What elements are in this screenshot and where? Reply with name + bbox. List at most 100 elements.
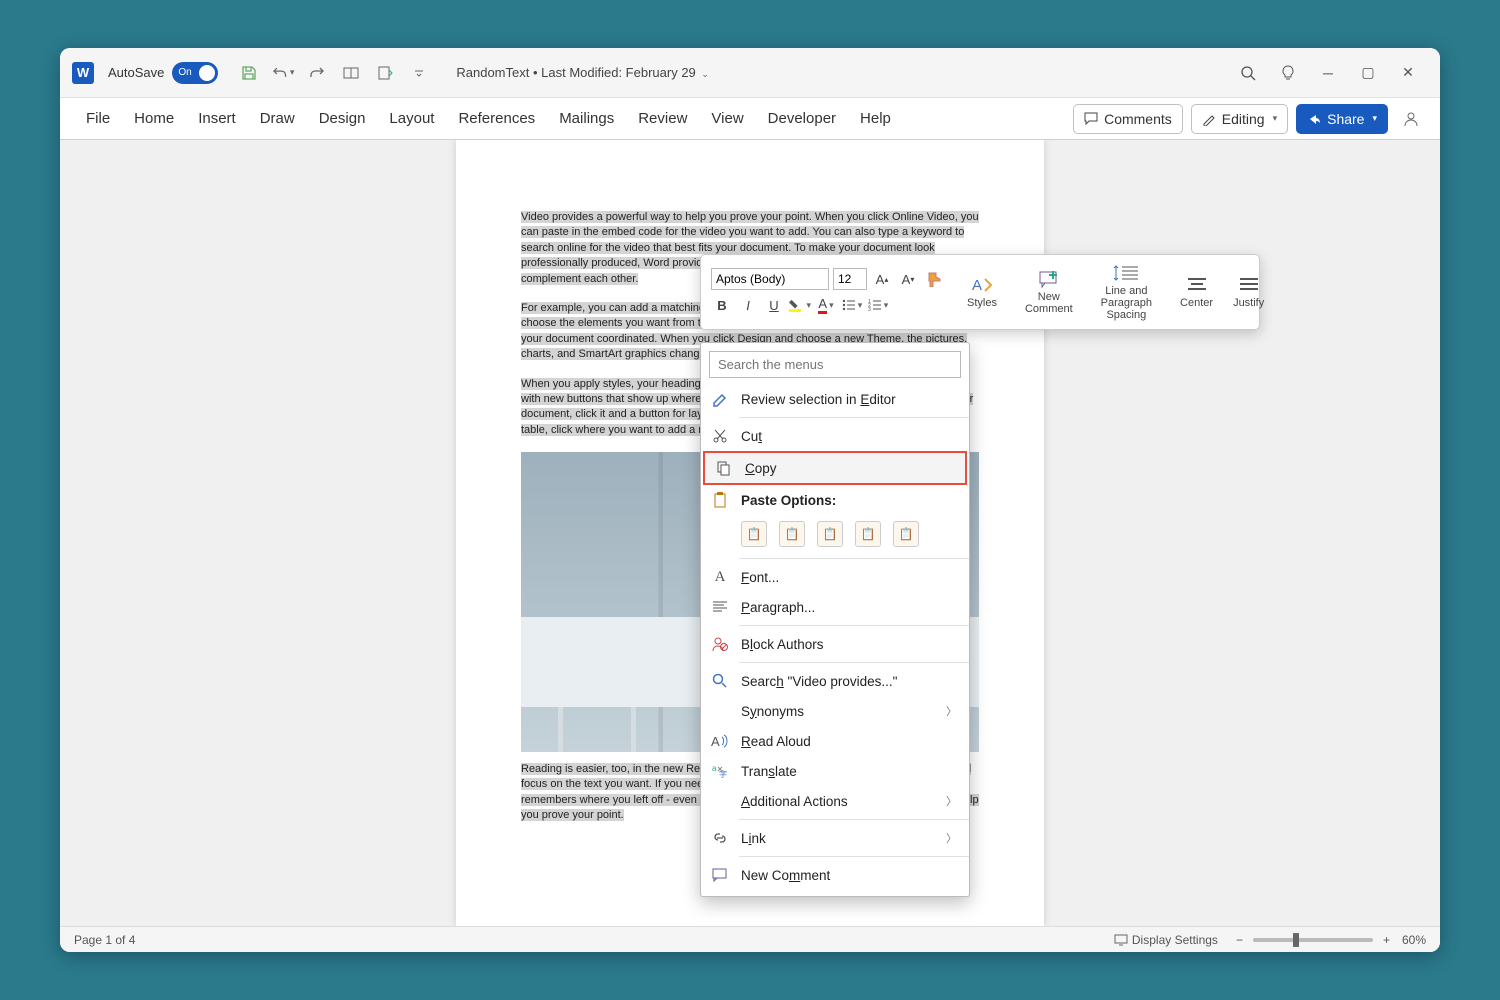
font-color-icon[interactable]: A▾ bbox=[815, 294, 837, 316]
bullets-icon[interactable]: ▾ bbox=[841, 294, 863, 316]
menu-link[interactable]: Link 〉 bbox=[701, 823, 969, 853]
share-button[interactable]: Share▾ bbox=[1296, 104, 1388, 134]
new-comment-button[interactable]: New Comment bbox=[1015, 259, 1083, 325]
cut-icon bbox=[711, 427, 729, 445]
synonyms-icon bbox=[711, 702, 729, 720]
menu-copy[interactable]: Copy bbox=[703, 451, 967, 485]
line-spacing-button[interactable]: Line and Paragraph Spacing bbox=[1091, 259, 1162, 325]
svg-text:A: A bbox=[972, 277, 982, 294]
italic-icon[interactable]: I bbox=[737, 294, 759, 316]
font-family-input[interactable] bbox=[711, 268, 829, 290]
chevron-right-icon: 〉 bbox=[946, 830, 957, 846]
link-icon bbox=[711, 829, 729, 847]
numbering-icon[interactable]: 123▾ bbox=[867, 294, 889, 316]
tab-developer[interactable]: Developer bbox=[756, 102, 848, 135]
page-indicator[interactable]: Page 1 of 4 bbox=[74, 933, 135, 947]
menu-translate[interactable]: a字 Translate bbox=[701, 756, 969, 786]
qat-icon-2[interactable] bbox=[374, 62, 396, 84]
lightbulb-icon[interactable] bbox=[1268, 58, 1308, 88]
copy-icon bbox=[715, 459, 733, 477]
close-button[interactable]: ✕ bbox=[1388, 58, 1428, 88]
font-size-input[interactable] bbox=[833, 268, 867, 290]
paste-icon bbox=[711, 491, 729, 509]
editing-button[interactable]: Editing▾ bbox=[1191, 104, 1288, 134]
editor-icon bbox=[711, 390, 729, 408]
display-settings-icon bbox=[1114, 933, 1128, 947]
bold-icon[interactable]: B bbox=[711, 294, 733, 316]
svg-text:字: 字 bbox=[719, 769, 727, 779]
qat-icon-1[interactable] bbox=[340, 62, 362, 84]
paste-picture-icon[interactable]: 📋 bbox=[817, 521, 843, 547]
svg-text:A: A bbox=[711, 734, 720, 749]
menu-new-comment[interactable]: New Comment bbox=[701, 860, 969, 890]
account-icon[interactable] bbox=[1396, 104, 1426, 134]
tab-home[interactable]: Home bbox=[122, 102, 186, 135]
tab-mailings[interactable]: Mailings bbox=[547, 102, 626, 135]
menu-paragraph[interactable]: Paragraph... bbox=[701, 592, 969, 622]
zoom-level[interactable]: 60% bbox=[1402, 933, 1426, 947]
block-authors-icon bbox=[711, 635, 729, 653]
menu-search-input[interactable] bbox=[709, 351, 961, 378]
menu-font[interactable]: A Font... bbox=[701, 562, 969, 592]
svg-text:a: a bbox=[712, 764, 717, 773]
paste-default-icon[interactable]: 📋 bbox=[893, 521, 919, 547]
autosave-toggle[interactable]: On bbox=[172, 62, 218, 84]
read-aloud-icon: A bbox=[711, 732, 729, 750]
chevron-right-icon: 〉 bbox=[946, 703, 957, 719]
maximize-button[interactable]: ▢ bbox=[1348, 58, 1388, 88]
qat-more-icon[interactable] bbox=[408, 62, 430, 84]
minimize-button[interactable]: ─ bbox=[1308, 58, 1348, 88]
undo-icon[interactable]: ▾ bbox=[272, 62, 294, 84]
statusbar: Page 1 of 4 Display Settings − + 60% bbox=[60, 926, 1440, 952]
menu-search[interactable] bbox=[709, 351, 961, 378]
word-logo-icon: W bbox=[72, 62, 94, 84]
center-button[interactable]: Center bbox=[1170, 259, 1223, 325]
font-icon: A bbox=[711, 568, 729, 586]
titlebar: W AutoSave On ▾ RandomText • Last Modifi… bbox=[60, 48, 1440, 98]
justify-button[interactable]: Justify bbox=[1223, 259, 1274, 325]
comment-icon bbox=[711, 866, 729, 884]
shrink-font-icon[interactable]: A▾ bbox=[897, 268, 919, 290]
save-icon[interactable] bbox=[238, 62, 260, 84]
tab-layout[interactable]: Layout bbox=[377, 102, 446, 135]
menu-paste-options: Paste Options: bbox=[701, 485, 969, 515]
tab-references[interactable]: References bbox=[446, 102, 547, 135]
underline-icon[interactable]: U bbox=[763, 294, 785, 316]
mini-toolbar: A▴ A▾ B I U ▾ A▾ ▾ 123▾ A Styles New Com… bbox=[700, 254, 1260, 330]
comments-button[interactable]: Comments bbox=[1073, 104, 1183, 134]
menu-additional-actions[interactable]: Additional Actions 〉 bbox=[701, 786, 969, 816]
menu-block-authors[interactable]: Block Authors bbox=[701, 629, 969, 659]
styles-button[interactable]: A Styles bbox=[957, 259, 1007, 325]
paste-keep-source-icon[interactable]: 📋 bbox=[741, 521, 767, 547]
menu-read-aloud[interactable]: A Read Aloud bbox=[701, 726, 969, 756]
search-icon[interactable] bbox=[1228, 58, 1268, 88]
menu-cut[interactable]: Cut bbox=[701, 421, 969, 451]
menu-synonyms[interactable]: Synonyms 〉 bbox=[701, 696, 969, 726]
highlight-icon[interactable]: ▾ bbox=[789, 294, 811, 316]
zoom-in-button[interactable]: + bbox=[1383, 933, 1390, 947]
tab-insert[interactable]: Insert bbox=[186, 102, 248, 135]
display-settings[interactable]: Display Settings bbox=[1132, 933, 1218, 947]
zoom-slider[interactable] bbox=[1253, 938, 1373, 942]
tab-design[interactable]: Design bbox=[307, 102, 378, 135]
svg-text:3: 3 bbox=[868, 307, 871, 312]
tab-review[interactable]: Review bbox=[626, 102, 699, 135]
context-menu: Review selection in Editor Cut Copy Past… bbox=[700, 342, 970, 897]
paste-merge-icon[interactable]: 📋 bbox=[779, 521, 805, 547]
document-title: RandomText • Last Modified: February 29 … bbox=[456, 65, 709, 80]
tab-help[interactable]: Help bbox=[848, 102, 903, 135]
format-painter-icon[interactable] bbox=[923, 268, 945, 290]
tab-file[interactable]: File bbox=[74, 102, 122, 135]
search-menu-icon bbox=[711, 672, 729, 690]
paste-text-icon[interactable]: 📋 bbox=[855, 521, 881, 547]
redo-icon[interactable] bbox=[306, 62, 328, 84]
menu-search-text[interactable]: Search "Video provides..." bbox=[701, 666, 969, 696]
zoom-out-button[interactable]: − bbox=[1236, 933, 1243, 947]
grow-font-icon[interactable]: A▴ bbox=[871, 268, 893, 290]
translate-icon: a字 bbox=[711, 762, 729, 780]
ribbon-tabs: File Home Insert Draw Design Layout Refe… bbox=[60, 98, 1440, 140]
tab-view[interactable]: View bbox=[699, 102, 755, 135]
tab-draw[interactable]: Draw bbox=[248, 102, 307, 135]
autosave-label: AutoSave bbox=[108, 65, 164, 80]
menu-review-editor[interactable]: Review selection in Editor bbox=[701, 384, 969, 414]
